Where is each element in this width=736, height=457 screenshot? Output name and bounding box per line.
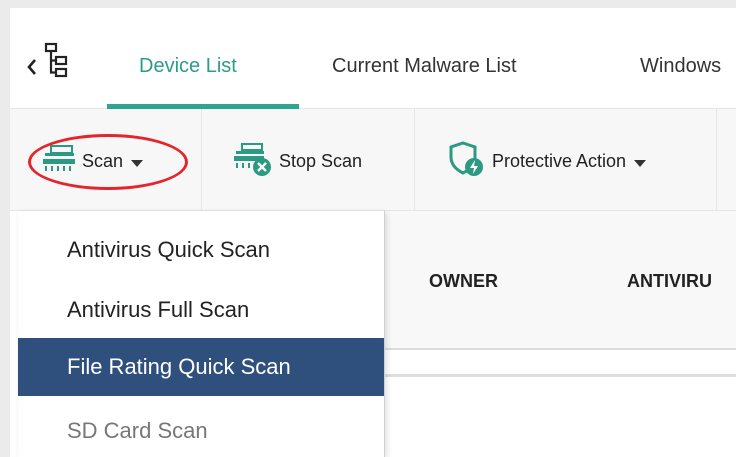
toolbar-divider xyxy=(201,109,202,210)
column-header-antivirus[interactable]: ANTIVIRU xyxy=(627,271,712,292)
toolbar-divider xyxy=(414,109,415,210)
toolbar-divider xyxy=(716,109,717,210)
toolbar: Scan Stop Scan Protective Action xyxy=(10,109,736,211)
stop-scan-button[interactable]: Stop Scan xyxy=(233,141,362,181)
app-window: Device List Current Malware List Windows xyxy=(0,0,736,457)
scan-dropdown-menu: Antivirus Quick Scan Antivirus Full Scan… xyxy=(18,211,385,457)
menu-item-antivirus-quick-scan[interactable]: Antivirus Quick Scan xyxy=(18,221,384,279)
chevron-down-icon xyxy=(634,159,647,167)
menu-item-antivirus-full-scan[interactable]: Antivirus Full Scan xyxy=(18,281,384,339)
table-header: OWNER ANTIVIRU xyxy=(385,211,736,350)
table-row-divider xyxy=(385,374,736,377)
table-row xyxy=(385,350,736,457)
menu-item-sd-card-scan[interactable]: SD Card Scan xyxy=(18,402,384,457)
window-border-top xyxy=(0,0,736,8)
window-border-left xyxy=(0,0,10,457)
tab-windows[interactable]: Windows xyxy=(640,46,721,86)
scan-button[interactable]: Scan xyxy=(42,141,144,181)
column-header-owner[interactable]: OWNER xyxy=(429,271,498,292)
stop-scan-icon xyxy=(233,141,273,182)
scan-button-label: Scan xyxy=(82,150,124,171)
stop-scan-button-label: Stop Scan xyxy=(279,150,363,171)
protective-action-button[interactable]: Protective Action xyxy=(448,140,647,183)
chevron-down-icon xyxy=(131,159,144,167)
tree-structure-icon[interactable] xyxy=(38,42,78,78)
shield-icon xyxy=(448,140,486,183)
protective-action-label: Protective Action xyxy=(492,150,627,171)
tab-device-list[interactable]: Device List xyxy=(139,46,237,86)
scan-icon xyxy=(42,143,76,180)
tab-bar: Device List Current Malware List Windows xyxy=(10,8,736,109)
menu-item-file-rating-quick-scan[interactable]: File Rating Quick Scan xyxy=(18,338,384,396)
tab-current-malware-list[interactable]: Current Malware List xyxy=(332,46,517,86)
